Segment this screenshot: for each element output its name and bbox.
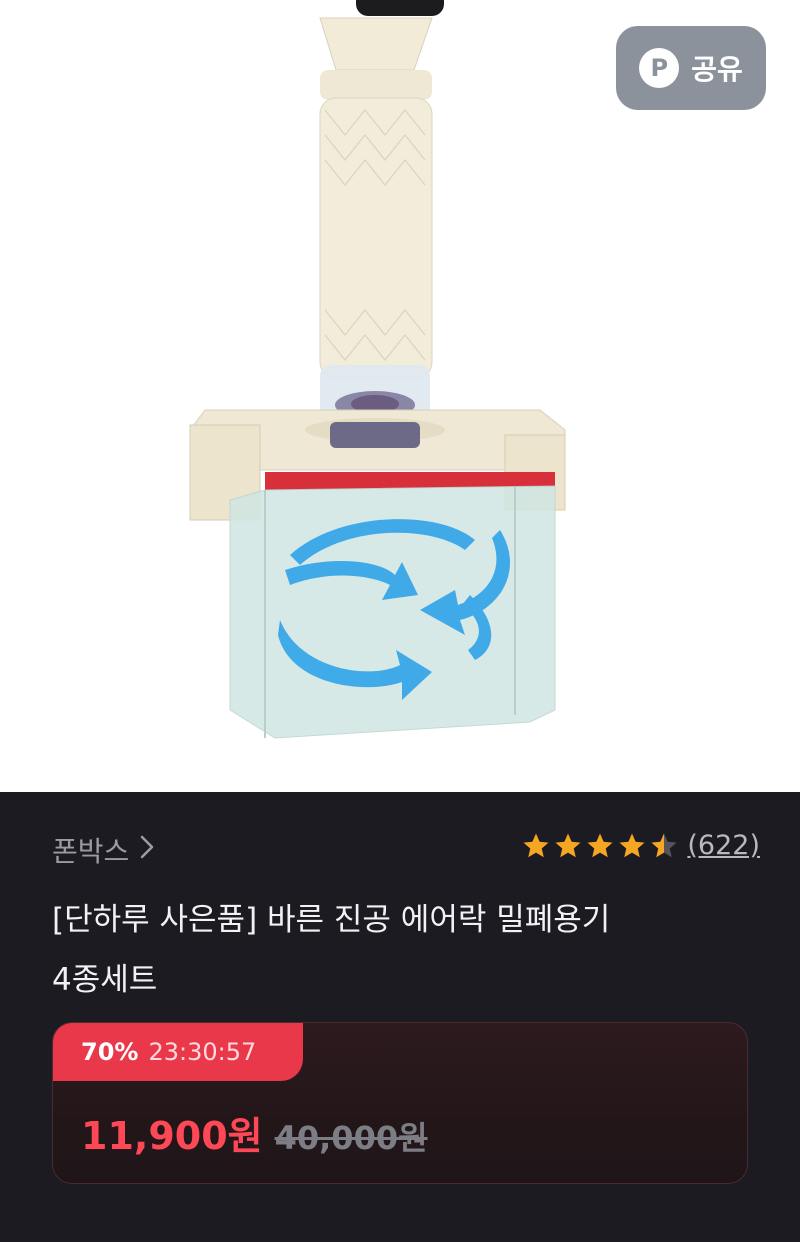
deal-box: 70% 23:30:57 11,900원 40,000원 bbox=[52, 1022, 748, 1184]
price-row: 11,900원 40,000원 bbox=[81, 1105, 428, 1160]
star-icon bbox=[553, 831, 583, 861]
rating[interactable]: (622) bbox=[521, 830, 760, 861]
star-icon bbox=[617, 831, 647, 861]
product-hero: P 공유 bbox=[0, 0, 800, 792]
product-title-line: 4종세트 bbox=[52, 962, 158, 998]
discount-rate: 70% bbox=[81, 1038, 139, 1066]
deal-timer: 23:30:57 bbox=[148, 1038, 257, 1066]
product-title: [단하루 사은품] 바른 진공 에어락 밀폐용기 4종세트 bbox=[52, 890, 752, 1010]
share-button[interactable]: P 공유 bbox=[616, 26, 766, 110]
share-label: 공유 bbox=[691, 53, 743, 86]
star-icon bbox=[521, 831, 551, 861]
brand-link[interactable]: 폰박스 bbox=[52, 830, 155, 870]
chevron-right-icon bbox=[139, 834, 155, 867]
sale-price: 11,900원 bbox=[81, 1114, 263, 1158]
original-price: 40,000원 bbox=[274, 1119, 428, 1157]
half-star-icon bbox=[649, 831, 679, 861]
review-count[interactable]: (622) bbox=[687, 830, 760, 861]
brand-name: 폰박스 bbox=[52, 835, 130, 868]
product-image bbox=[189, 17, 566, 739]
share-p-icon: P bbox=[639, 48, 680, 88]
deal-badge: 70% 23:30:57 bbox=[53, 1023, 303, 1081]
product-title-line: [단하루 사은품] 바른 진공 에어락 밀폐용기 bbox=[52, 902, 611, 938]
star-icon bbox=[585, 831, 615, 861]
